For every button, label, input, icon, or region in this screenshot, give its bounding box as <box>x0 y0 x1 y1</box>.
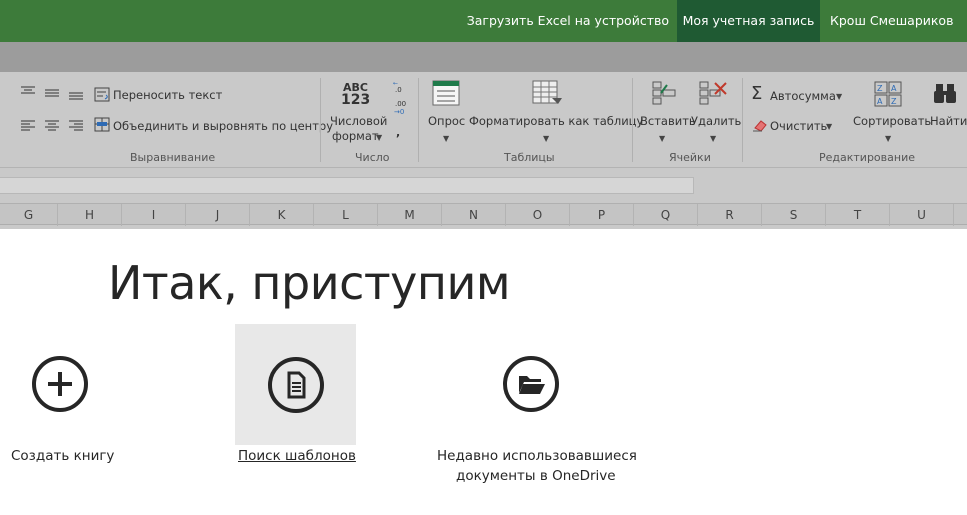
tables-group-label: Таблицы <box>504 151 555 164</box>
svg-text:→0: →0 <box>394 108 404 116</box>
chevron-down-icon: ▼ <box>836 92 843 101</box>
column-header[interactable]: O <box>506 204 570 226</box>
clear-eraser-icon[interactable] <box>752 118 768 132</box>
find-button[interactable]: Найти <box>930 114 967 128</box>
column-header[interactable]: S <box>762 204 826 226</box>
survey-icon[interactable] <box>432 80 460 106</box>
clear-button[interactable]: Очистить <box>770 119 827 133</box>
align-middle-icon[interactable] <box>44 88 60 100</box>
insert-cells-icon[interactable] <box>649 80 677 108</box>
cells-group-label: Ячейки <box>669 151 711 164</box>
increase-decimal-icon[interactable]: ←.0 <box>393 79 409 93</box>
top-bar: Загрузить Excel на устройство Моя учетна… <box>0 0 967 42</box>
column-header[interactable]: U <box>890 204 954 226</box>
align-top-icon[interactable] <box>20 85 36 97</box>
svg-text:A: A <box>891 84 897 93</box>
svg-text:Z: Z <box>891 97 897 106</box>
chevron-down-icon: ▼ <box>443 134 450 143</box>
document-icon <box>287 371 306 399</box>
align-bottom-icon[interactable] <box>68 91 84 103</box>
autosum-icon[interactable]: Σ <box>751 83 762 104</box>
column-header[interactable]: L <box>314 204 378 226</box>
user-name[interactable]: Крош Смешариков <box>830 0 953 42</box>
search-templates-link[interactable]: Поиск шаблонов <box>238 448 356 464</box>
search-templates-button[interactable] <box>268 357 324 413</box>
column-header[interactable]: G <box>0 204 58 226</box>
delete-cells-icon[interactable] <box>698 80 728 108</box>
column-header[interactable]: M <box>378 204 442 226</box>
separator <box>742 78 743 162</box>
number-format-button-line2[interactable]: формат <box>332 129 379 143</box>
column-header[interactable]: H <box>58 204 122 226</box>
plus-icon <box>48 372 72 396</box>
column-header[interactable]: R <box>698 204 762 226</box>
find-binoculars-icon[interactable] <box>934 82 964 106</box>
wrap-text-button[interactable]: Переносить текст <box>113 88 222 102</box>
number-format-button-line1[interactable]: Числовой <box>330 114 387 128</box>
survey-button[interactable]: Опрос <box>428 114 465 128</box>
editing-group-label: Редактирование <box>819 151 915 164</box>
delete-cells-button[interactable]: Удалить <box>691 114 741 128</box>
column-header[interactable]: T <box>826 204 890 226</box>
column-header-row: G H I J K L M N O P Q R S T U <box>0 203 967 226</box>
new-workbook-label[interactable]: Создать книгу <box>11 448 114 464</box>
ribbon-tabs-strip <box>0 42 967 72</box>
svg-text:Z: Z <box>877 84 883 93</box>
my-account-link[interactable]: Моя учетная запись <box>677 0 820 42</box>
align-left-icon[interactable] <box>20 119 36 131</box>
column-header[interactable]: I <box>122 204 186 226</box>
formula-bar[interactable] <box>0 177 694 194</box>
chevron-down-icon: ▼ <box>376 133 383 142</box>
chevron-down-icon: ▼ <box>543 134 550 143</box>
download-excel-link[interactable]: Загрузить Excel на устройство <box>467 0 669 42</box>
separator <box>320 78 321 162</box>
sort-icon[interactable]: Z AA Z <box>874 80 904 108</box>
merge-center-icon[interactable] <box>94 117 111 133</box>
align-center-icon[interactable] <box>44 119 60 131</box>
column-header[interactable]: P <box>570 204 634 226</box>
comma-style-icon[interactable]: , <box>396 126 400 139</box>
recent-onedrive-label-line2[interactable]: документы в OneDrive <box>456 468 616 484</box>
separator <box>632 78 633 162</box>
chevron-down-icon: ▼ <box>659 134 666 143</box>
format-as-table-icon[interactable] <box>532 80 564 108</box>
svg-text:A: A <box>877 97 883 106</box>
column-header[interactable]: K <box>250 204 314 226</box>
number-group-label: Число <box>355 151 390 164</box>
insert-cells-button[interactable]: Вставить <box>640 114 696 128</box>
page-title: Итак, приступим <box>108 256 511 310</box>
wrap-text-icon[interactable] <box>94 87 111 103</box>
align-right-icon[interactable] <box>68 119 84 131</box>
sort-button[interactable]: Сортировать <box>853 114 931 128</box>
alignment-group-label: Выравнивание <box>130 151 216 164</box>
new-workbook-tile[interactable] <box>32 356 88 412</box>
decrease-decimal-icon[interactable]: .00→0 <box>393 100 409 116</box>
column-header[interactable]: J <box>186 204 250 226</box>
chevron-down-icon: ▼ <box>885 134 892 143</box>
column-header[interactable]: N <box>442 204 506 226</box>
ribbon: Переносить текст Объединить и выровнять … <box>0 72 967 168</box>
chevron-down-icon: ▼ <box>710 134 717 143</box>
separator <box>418 78 419 162</box>
recent-onedrive-label-line1[interactable]: Недавно использовавшиеся <box>437 448 637 464</box>
column-header[interactable]: Q <box>634 204 698 226</box>
merge-center-button[interactable]: Объединить и выровнять по центру <box>113 119 333 133</box>
svg-text:.0: .0 <box>395 86 402 93</box>
folder-open-icon <box>519 376 545 394</box>
svg-text:.00: .00 <box>395 100 406 108</box>
autosum-button[interactable]: Автосумма <box>770 89 836 103</box>
number-format-123: 123 <box>341 92 371 108</box>
chevron-down-icon: ▼ <box>826 122 833 131</box>
recent-onedrive-tile[interactable] <box>503 356 559 412</box>
format-as-table-button[interactable]: Форматировать как таблицу <box>469 114 643 128</box>
